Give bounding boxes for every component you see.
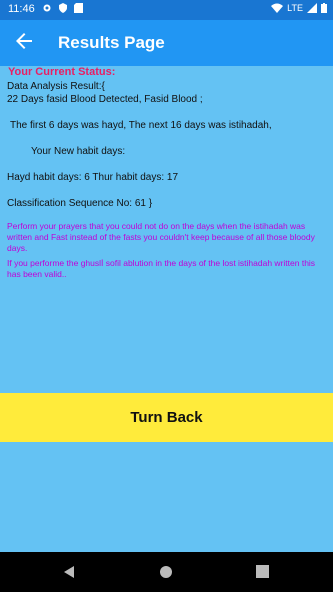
nav-home-icon[interactable] <box>159 565 173 579</box>
sd-card-icon <box>74 3 83 13</box>
analysis-label: Data Analysis Result:{ <box>7 81 105 92</box>
app-bar: Results Page <box>0 20 333 66</box>
status-time: 11:46 <box>8 3 35 15</box>
classification-sequence: Classification Sequence No: 61 } <box>7 198 153 209</box>
turn-back-button[interactable]: Turn Back <box>0 393 333 442</box>
arrow-back-icon[interactable] <box>12 29 36 53</box>
signal-icon <box>307 3 317 13</box>
network-label: LTE <box>287 3 303 13</box>
note-ablution: If you performe the ghuslİ sofil ablutio… <box>7 258 316 279</box>
habit-days-value: Hayd habit days: 6 Thur habit days: 17 <box>7 172 179 183</box>
battery-icon <box>321 3 327 13</box>
navigation-bar <box>0 552 333 592</box>
page-title: Results Page <box>58 33 165 52</box>
analysis-line-2: The first 6 days was hayd, The next 16 d… <box>10 120 272 131</box>
wifi-icon <box>271 3 284 13</box>
habit-days-label: Your New habit days: <box>31 146 126 157</box>
status-icons <box>42 3 83 13</box>
gear-icon <box>43 4 51 12</box>
status-right: LTE <box>271 3 327 13</box>
status-bar: 11:46 LTE <box>0 0 333 20</box>
status-heading: Your Current Status: <box>8 66 116 78</box>
nav-recents-icon[interactable] <box>256 565 269 578</box>
analysis-line-1: 22 Days fasid Blood Detected, Fasid Bloo… <box>7 94 203 105</box>
shield-icon <box>59 3 67 13</box>
note-prayers: Perform your prayers that you could not … <box>7 221 315 253</box>
nav-back-icon[interactable] <box>62 565 76 579</box>
